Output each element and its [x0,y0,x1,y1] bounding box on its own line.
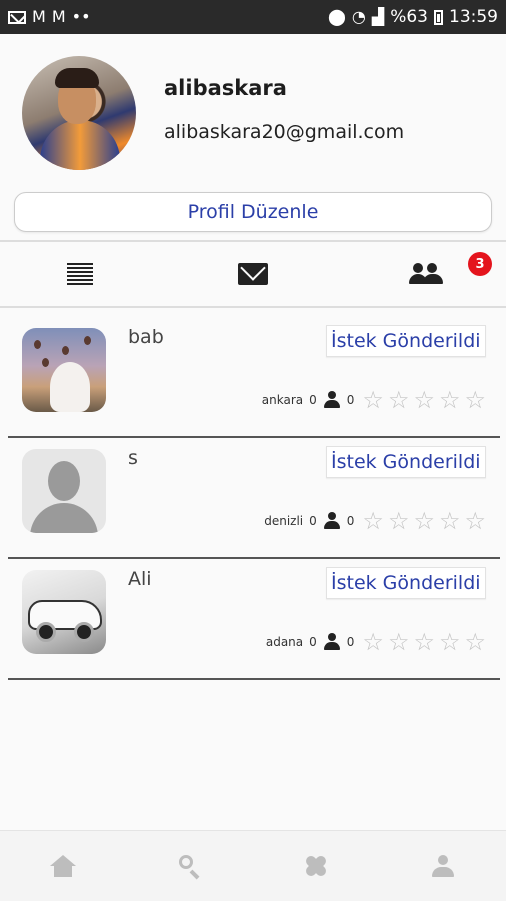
nav-home[interactable] [0,831,127,901]
friend-follower-count: 0 [347,514,355,528]
tab-list[interactable] [20,242,140,306]
tab-messages[interactable] [193,242,313,306]
star-icon[interactable]: ☆ [439,630,461,654]
friend-count: 0 [309,393,317,407]
star-icon[interactable]: ☆ [362,630,384,654]
friend-city: adana [266,635,303,649]
signal-icon: ▟ [372,9,384,25]
rating-stars[interactable]: ☆ ☆ ☆ ☆ ☆ [362,630,486,654]
status-bar: M M •• ⬤ ◔ ▟ %63 13:59 [0,0,506,34]
friend-city: denizli [264,514,303,528]
more-dots-icon: •• [72,9,91,25]
list-item[interactable]: s İstek Gönderildi denizli 0 0 ☆ ☆ ☆ ☆ ☆ [8,439,500,559]
list-icon [67,263,93,285]
person-icon [323,633,341,651]
location-icon: ⬤ [328,9,346,25]
battery-percent: %63 [390,7,428,27]
friends-icon [409,263,443,285]
star-icon[interactable]: ☆ [388,630,410,654]
friend-avatar[interactable] [22,570,106,654]
request-sent-button[interactable]: İstek Gönderildi [326,325,486,357]
star-icon[interactable]: ☆ [464,630,486,654]
profile-header: alibaskara alibaskara20@gmail.com Profil… [0,34,506,240]
mail-icon: M [32,9,46,25]
bottom-navigation [0,830,506,901]
edit-profile-button[interactable]: Profil Düzenle [14,192,492,232]
friend-name: Ali [128,568,152,590]
friend-name: s [128,447,138,469]
star-icon[interactable]: ☆ [388,509,410,533]
friend-follower-count: 0 [347,635,355,649]
person-icon [323,391,341,409]
profile-email: alibaskara20@gmail.com [164,121,404,143]
star-icon[interactable]: ☆ [413,630,435,654]
friend-count: 0 [309,514,317,528]
profile-username: alibaskara [164,76,287,100]
person-icon [323,512,341,530]
home-icon [50,855,76,877]
star-icon[interactable]: ☆ [439,509,461,533]
gmail-icon: M [52,9,66,25]
status-bar-notifications: M M •• [8,9,91,25]
friend-meta: adana 0 0 ☆ ☆ ☆ ☆ ☆ [266,630,486,654]
nav-search[interactable] [127,831,254,901]
star-icon[interactable]: ☆ [413,388,435,412]
friend-follower-count: 0 [347,393,355,407]
wifi-icon: ◔ [352,9,366,25]
list-item[interactable]: bab İstek Gönderildi ankara 0 0 ☆ ☆ ☆ ☆ … [8,318,500,438]
request-sent-button[interactable]: İstek Gönderildi [326,446,486,478]
tab-friends[interactable] [366,242,486,306]
rating-stars[interactable]: ☆ ☆ ☆ ☆ ☆ [362,509,486,533]
star-icon[interactable]: ☆ [362,388,384,412]
friend-meta: ankara 0 0 ☆ ☆ ☆ ☆ ☆ [262,388,486,412]
list-item[interactable]: Ali İstek Gönderildi adana 0 0 ☆ ☆ ☆ ☆ ☆ [8,560,500,680]
status-bar-system: ⬤ ◔ ▟ %63 13:59 [328,7,498,27]
bandage-icon [301,851,331,881]
friend-count: 0 [309,635,317,649]
star-icon[interactable]: ☆ [413,509,435,533]
star-icon[interactable]: ☆ [362,509,384,533]
rating-stars[interactable]: ☆ ☆ ☆ ☆ ☆ [362,388,486,412]
friend-meta: denizli 0 0 ☆ ☆ ☆ ☆ ☆ [264,509,486,533]
friend-city: ankara [262,393,303,407]
friend-avatar[interactable] [22,449,106,533]
request-sent-button[interactable]: İstek Gönderildi [326,567,486,599]
search-icon [179,855,201,877]
mail-icon [238,263,268,285]
status-time: 13:59 [449,7,498,27]
user-icon [432,855,454,877]
battery-icon [434,10,443,25]
nav-bandage[interactable] [253,831,380,901]
profile-tabs: 3 [0,240,506,308]
profile-avatar[interactable] [22,56,136,170]
star-icon[interactable]: ☆ [464,388,486,412]
star-icon[interactable]: ☆ [388,388,410,412]
gmail-icon [8,11,26,24]
star-icon[interactable]: ☆ [439,388,461,412]
star-icon[interactable]: ☆ [464,509,486,533]
nav-profile[interactable] [380,831,506,901]
friends-notification-badge: 3 [468,252,492,276]
friend-name: bab [128,326,164,348]
friend-avatar[interactable] [22,328,106,412]
